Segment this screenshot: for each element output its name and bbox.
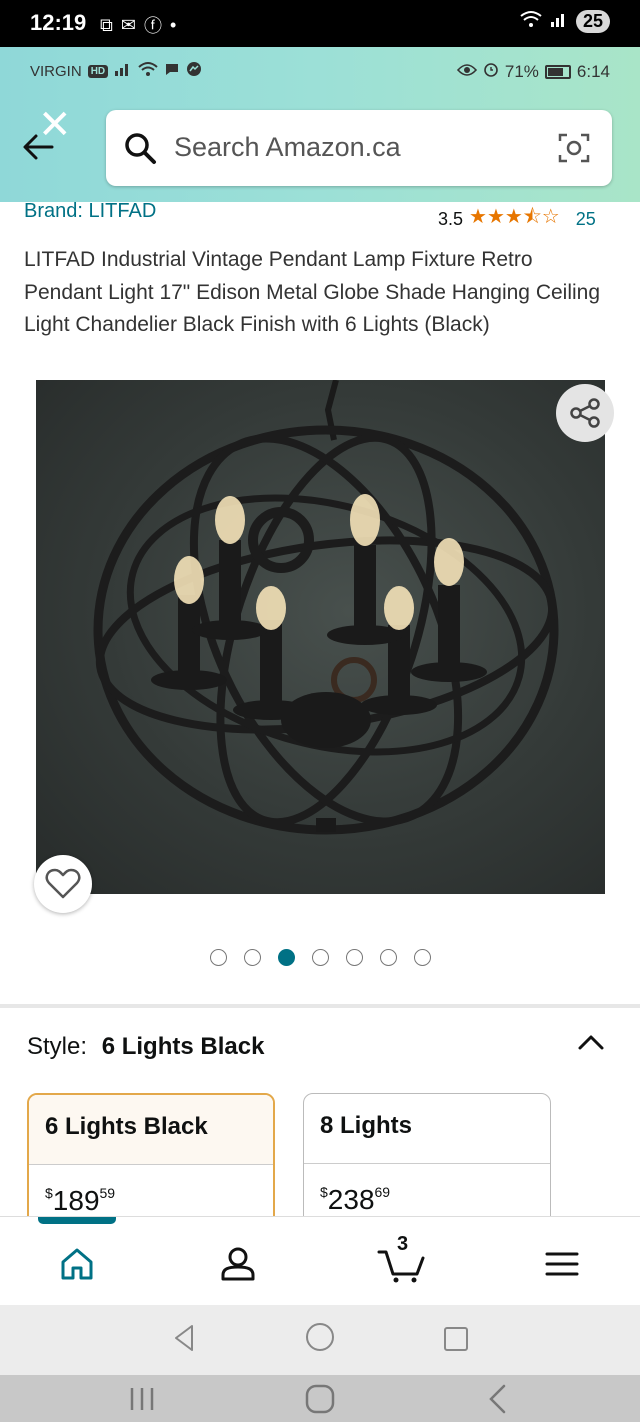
messenger-icon (186, 61, 202, 81)
price-whole: 238 (327, 1184, 375, 1215)
price-cents: 69 (374, 1184, 391, 1200)
heart-icon (45, 868, 81, 899)
chat-icon (164, 61, 180, 81)
bottom-navigation: 3 (0, 1216, 640, 1304)
price-cents: 59 (99, 1185, 116, 1201)
home-button-icon[interactable] (304, 1383, 336, 1415)
share-icon (570, 398, 600, 428)
cart-count-badge: 3 (397, 1233, 409, 1255)
message-icon: ✉ (120, 14, 136, 35)
carousel-dot[interactable] (380, 949, 397, 966)
price-whole: 189 (52, 1185, 100, 1216)
system-recents-icon[interactable] (442, 1325, 470, 1353)
signal-icon (550, 11, 568, 32)
search-placeholder: Search Amazon.ca (174, 132, 401, 162)
home-icon (61, 1248, 93, 1280)
carousel-dot[interactable] (278, 949, 295, 966)
outer-clock: 12:19 (30, 10, 87, 35)
style-selector-header[interactable]: Style: 6 Lights Black (27, 1033, 264, 1061)
carousel-dot[interactable] (312, 949, 329, 966)
style-label: Style: (27, 1033, 88, 1060)
outer-system-navigation (0, 1375, 640, 1422)
app-header: VIRGIN HD 71% 6:14 ✕ Search Amazon.ca (0, 47, 640, 202)
style-option-6-lights-black[interactable]: 6 Lights Black $18959 (27, 1093, 275, 1233)
price-currency: $ (320, 1184, 328, 1200)
image-carousel-dots (210, 949, 431, 966)
search-icon (122, 130, 158, 171)
inner-clock: 6:14 (576, 61, 610, 81)
battery-percent: 71% (504, 61, 539, 81)
system-back-icon[interactable] (172, 1323, 196, 1353)
inner-system-navigation (0, 1305, 640, 1375)
eye-icon (456, 62, 477, 82)
brand-link[interactable]: Brand: LITFAD (24, 200, 156, 223)
carousel-dot[interactable] (210, 949, 227, 966)
person-icon (221, 1247, 255, 1281)
rating-summary[interactable]: 3.5 ★★★⯪☆ 25 (438, 202, 596, 236)
signal-icon (114, 62, 132, 80)
style-option-name: 8 Lights (304, 1094, 550, 1164)
nav-home[interactable] (52, 1239, 102, 1289)
nav-cart[interactable]: 3 (377, 1233, 427, 1289)
screenshot-icon: ⧉ (100, 14, 113, 35)
rating-value: 3.5 (438, 208, 464, 229)
wifi-icon (520, 10, 542, 33)
facebook-icon: ⓕ (143, 16, 162, 36)
dot-icon: • (169, 14, 177, 35)
style-selected-value: 6 Lights Black (101, 1033, 265, 1060)
arrow-left-icon (23, 134, 54, 160)
camera-search-icon[interactable] (556, 130, 592, 171)
style-option-name: 6 Lights Black (29, 1095, 273, 1165)
search-input[interactable]: Search Amazon.ca (106, 110, 612, 186)
outer-status-bar: 12:19 ⧉ ✉ ⓕ • 25 (0, 0, 640, 47)
style-option-8-lights[interactable]: 8 Lights $23869 (303, 1093, 551, 1233)
product-title: LITFAD Industrial Vintage Pendant Lamp F… (24, 248, 601, 336)
recent-apps-icon[interactable] (128, 1385, 156, 1413)
system-home-icon[interactable] (304, 1321, 336, 1353)
product-image[interactable] (36, 380, 605, 894)
nav-account[interactable] (213, 1239, 263, 1289)
carousel-dot[interactable] (414, 949, 431, 966)
nav-menu[interactable] (537, 1239, 587, 1289)
carousel-dot[interactable] (244, 949, 261, 966)
inner-system-icons: 71% 6:14 (456, 61, 610, 82)
inner-status-bar: VIRGIN HD 71% 6:14 (30, 61, 610, 85)
battery-icon (544, 64, 571, 79)
star-rating-icon: ★★★⯪☆ (469, 206, 560, 228)
carrier-name: VIRGIN (30, 62, 82, 80)
battery-badge: 25 (575, 10, 610, 33)
alarm-icon (483, 61, 499, 82)
outer-notification-icons: ⧉ ✉ ⓕ • (100, 12, 176, 38)
hamburger-menu-icon (545, 1252, 579, 1276)
outer-system-icons: 25 (520, 10, 610, 33)
back-button[interactable] (18, 127, 68, 172)
price-currency: $ (45, 1185, 53, 1201)
back-chevron-icon[interactable] (486, 1383, 510, 1415)
chandelier-illustration (93, 380, 559, 835)
carrier-info: VIRGIN HD (30, 61, 202, 81)
chevron-up-icon[interactable] (576, 1030, 606, 1054)
rating-count: 25 (575, 208, 596, 229)
wishlist-button[interactable] (34, 855, 92, 913)
share-button[interactable] (556, 384, 614, 442)
hd-badge: HD (87, 64, 109, 78)
active-tab-indicator (38, 1217, 116, 1224)
section-divider (0, 1004, 640, 1008)
carousel-dot[interactable] (346, 949, 363, 966)
wifi-icon (138, 61, 158, 81)
